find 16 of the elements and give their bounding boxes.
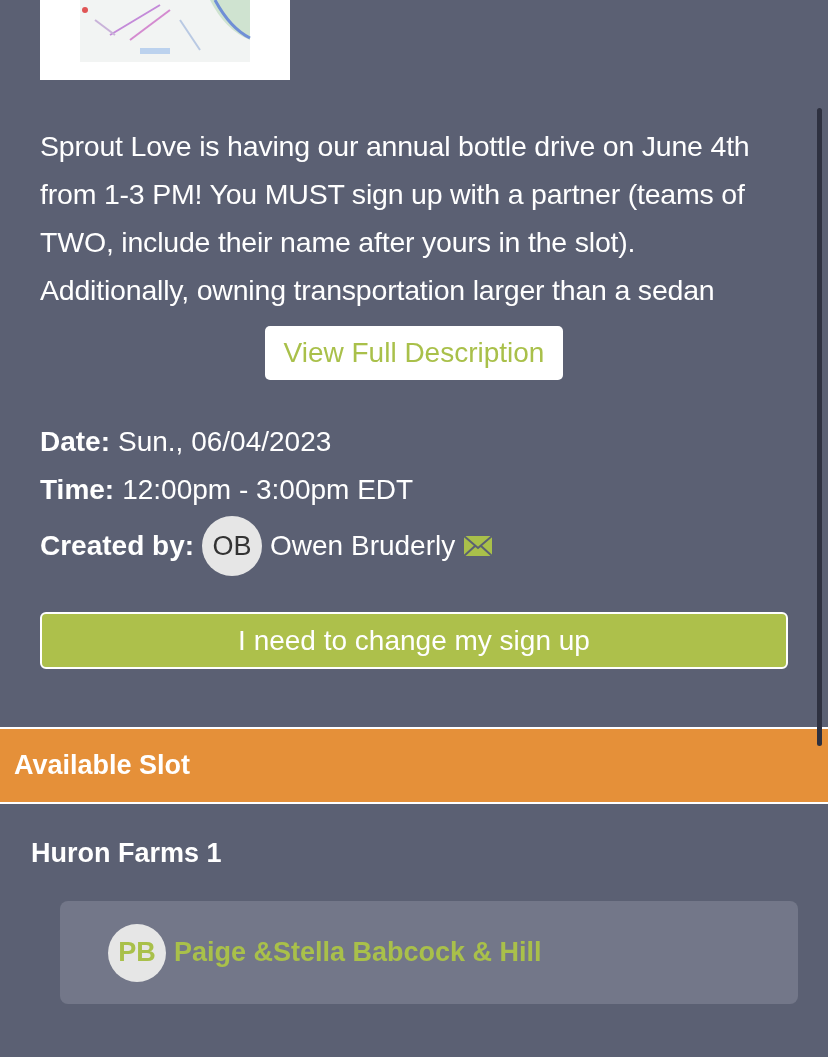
change-signup-button[interactable]: I need to change my sign up xyxy=(40,612,788,669)
slot-title: Huron Farms 1 xyxy=(31,838,223,869)
view-full-description-button[interactable]: View Full Description xyxy=(264,326,564,380)
detail-label: Created by: xyxy=(40,530,195,562)
signup-avatar: PB xyxy=(108,923,166,982)
scrollbar[interactable] xyxy=(817,108,822,746)
detail-label: Date: xyxy=(40,426,110,458)
event-description: Sprout Love is having our annual bottle drive on June 4th from 1-3 PM! You MUST sign up with a partner (teams of TWO, include their name after yours in the slot). Additionally, owning transportation larger than a sedan xyxy=(40,129,751,308)
detail-value: Sun., 06/04/2023 xyxy=(118,426,332,458)
signup-name: Paige &Stella Babcock & Hill xyxy=(174,937,542,968)
creator-avatar: OB xyxy=(202,516,263,576)
section-title: Available Slot xyxy=(14,750,191,781)
detail-value: 12:00pm - 3:00pm EDT xyxy=(122,474,414,506)
creator-name: Owen Bruderly xyxy=(270,530,456,562)
envelope-icon[interactable] xyxy=(463,534,494,558)
detail-label: Time: xyxy=(40,474,115,506)
